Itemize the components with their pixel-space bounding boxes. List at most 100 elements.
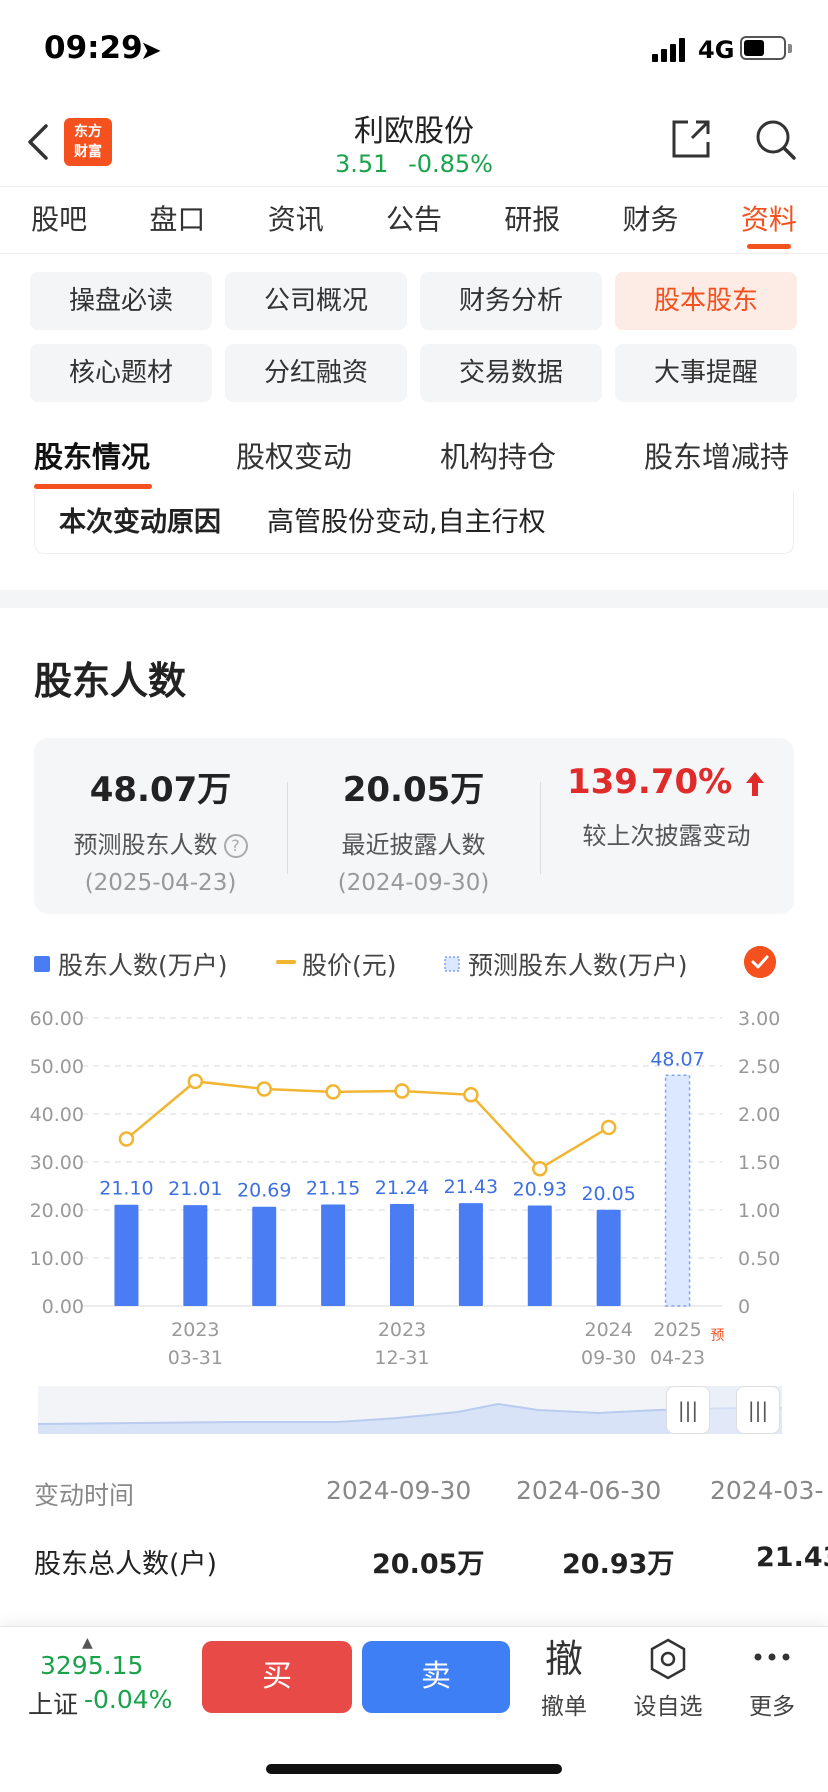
x-tick-date: 04-23 [650, 1347, 705, 1369]
table-header: 变动时间 2024-09-30 2024-06-30 2024-03- [0, 1476, 828, 1542]
more-label: 更多 [749, 1694, 795, 1720]
subtab-holding-changes[interactable]: 股东增减持 [644, 434, 789, 476]
x-tick-year: 2025 [653, 1319, 701, 1341]
category-grid: 操盘必读 公司概况 财务分析 股本股东 核心题材 分红融资 交易数据 大事提醒 [30, 272, 798, 402]
legend-bars[interactable]: 股东人数(万户) [58, 946, 228, 982]
index-value[interactable]: 3295.15 [40, 1651, 143, 1680]
subtab-institutions[interactable]: 机构持仓 [440, 434, 556, 476]
y-left-tick: 50.00 [30, 1056, 84, 1078]
y-left-tick: 0.00 [42, 1296, 84, 1318]
expand-up-icon[interactable]: ▲ [82, 1635, 93, 1651]
stock-change: -0.85% [408, 150, 493, 178]
grid-trading-guide[interactable]: 操盘必读 [30, 272, 212, 330]
row-label: 股东总人数(户) [34, 1549, 218, 1580]
forecast-tag: 预 [711, 1328, 725, 1344]
bar [527, 1205, 552, 1306]
stat-change: 139.70% 较上次披露变动 [540, 762, 793, 851]
grid-financial-analysis[interactable]: 财务分析 [420, 272, 602, 330]
table-header-date: 2024-09-30 [326, 1476, 472, 1505]
bar [321, 1204, 346, 1306]
more-dots-icon [754, 1653, 790, 1661]
arrow-up-icon [746, 771, 765, 796]
stat-change-value: 139.70% [566, 762, 733, 802]
grid-trading-data[interactable]: 交易数据 [420, 344, 602, 402]
range-handle-right[interactable]: ||| [736, 1386, 780, 1434]
index-change[interactable]: -0.04% [84, 1685, 172, 1714]
reason-label: 本次变动原因 [59, 507, 221, 538]
tab-research[interactable]: 研报 [473, 187, 591, 253]
y-right-tick: 3.00 [738, 1008, 780, 1030]
grid-core-themes[interactable]: 核心题材 [30, 344, 212, 402]
cancel-order-button[interactable]: 撤 撤单 [516, 1635, 612, 1721]
price-point [187, 1073, 204, 1090]
y-right-tick: 0.50 [738, 1248, 780, 1270]
bar [114, 1204, 139, 1306]
stat-forecast: 48.07万 预测股东人数? (2025-04-23) [34, 762, 287, 896]
subtab-shareholders[interactable]: 股东情况 [34, 434, 150, 476]
header: 东方 财富 利欧股份 3.51 -0.85% [0, 100, 828, 186]
stat-forecast-date: (2025-04-23) [84, 870, 237, 896]
hexagon-icon [650, 1638, 686, 1680]
subtab-indicator [34, 484, 152, 489]
y-right-tick: 0 [738, 1296, 750, 1318]
row-value: 20.93万 [562, 1549, 675, 1580]
chart-legend: 股东人数(万户) 股价(元) 预测股东人数(万户) [34, 942, 794, 982]
main-tabs: 股吧 盘口 资讯 公告 研报 财务 资料 [0, 186, 828, 254]
index-name[interactable]: 上证 [28, 1685, 78, 1721]
bar-label: 21.10 [99, 1178, 153, 1200]
x-tick-year: 2024 [584, 1319, 632, 1341]
tab-guba[interactable]: 股吧 [0, 187, 118, 253]
add-watchlist-label: 设自选 [633, 1694, 703, 1720]
shareholder-table: 变动时间 2024-09-30 2024-06-30 2024-03- 股东总人… [0, 1476, 828, 1608]
home-indicator [266, 1764, 562, 1774]
tab-finance[interactable]: 财务 [591, 187, 709, 253]
tab-pankou[interactable]: 盘口 [118, 187, 236, 253]
bar [458, 1203, 483, 1306]
legend-bar-swatch [34, 956, 50, 972]
legend-line-swatch [276, 960, 296, 964]
forecast-bar [664, 1074, 691, 1307]
table-header-date: 2024-03- [710, 1476, 824, 1505]
bar-label: 20.93 [513, 1179, 567, 1201]
x-tick-year: 2023 [171, 1319, 219, 1341]
buy-button[interactable]: 买 [202, 1641, 352, 1713]
tab-announcements[interactable]: 公告 [355, 187, 473, 253]
table-header-date: 2024-06-30 [516, 1476, 662, 1505]
price-point [600, 1119, 617, 1136]
table-header-label: 变动时间 [34, 1481, 135, 1510]
grid-shareholders[interactable]: 股本股东 [615, 272, 797, 330]
price-point [463, 1087, 479, 1103]
section-divider [0, 590, 828, 608]
y-left-tick: 60.00 [30, 1008, 84, 1030]
grid-events[interactable]: 大事提醒 [615, 344, 797, 402]
row-value: 21.43 [756, 1542, 828, 1573]
check-icon[interactable] [744, 946, 776, 978]
tab-news[interactable]: 资讯 [237, 187, 355, 253]
stat-latest-label: 最近披露人数 [341, 831, 486, 859]
search-icon[interactable] [752, 116, 798, 162]
range-handle-left[interactable]: ||| [666, 1386, 710, 1434]
legend-forecast[interactable]: 预测股东人数(万户) [468, 946, 688, 982]
more-button[interactable]: 更多 [724, 1635, 820, 1721]
section-title: 股东人数 [34, 659, 187, 703]
x-tick-date: 03-31 [168, 1347, 223, 1369]
grid-dividends[interactable]: 分红融资 [225, 344, 407, 402]
subtab-equity-change[interactable]: 股权变动 [236, 434, 352, 476]
grid-company-overview[interactable]: 公司概况 [225, 272, 407, 330]
price-line [125, 1080, 610, 1171]
status-bar: 09:29 ➤ 4G [0, 0, 828, 100]
add-watchlist-button[interactable]: 设自选 [620, 1635, 716, 1721]
reason-value: 高管股份变动,自主行权 [267, 507, 546, 538]
stats-card: 48.07万 预测股东人数? (2025-04-23) 20.05万 最近披露人… [34, 738, 794, 914]
help-icon[interactable]: ? [223, 834, 248, 858]
shareholder-chart: 60.00 50.00 40.00 30.00 20.00 10.00 0.00 3.00 2.… [30, 1008, 781, 1369]
signal-icon [652, 36, 692, 62]
stat-forecast-label: 预测股东人数 [73, 831, 218, 859]
cancel-order-icon: 撤 [544, 1637, 583, 1681]
tab-profile[interactable]: 资料 [710, 187, 828, 253]
share-icon[interactable] [668, 116, 714, 162]
y-left-tick: 40.00 [30, 1104, 84, 1126]
change-reason-card: 本次变动原因 高管股份变动,自主行权 [34, 492, 794, 554]
legend-line[interactable]: 股价(元) [302, 946, 397, 982]
sell-button[interactable]: 卖 [362, 1641, 510, 1713]
